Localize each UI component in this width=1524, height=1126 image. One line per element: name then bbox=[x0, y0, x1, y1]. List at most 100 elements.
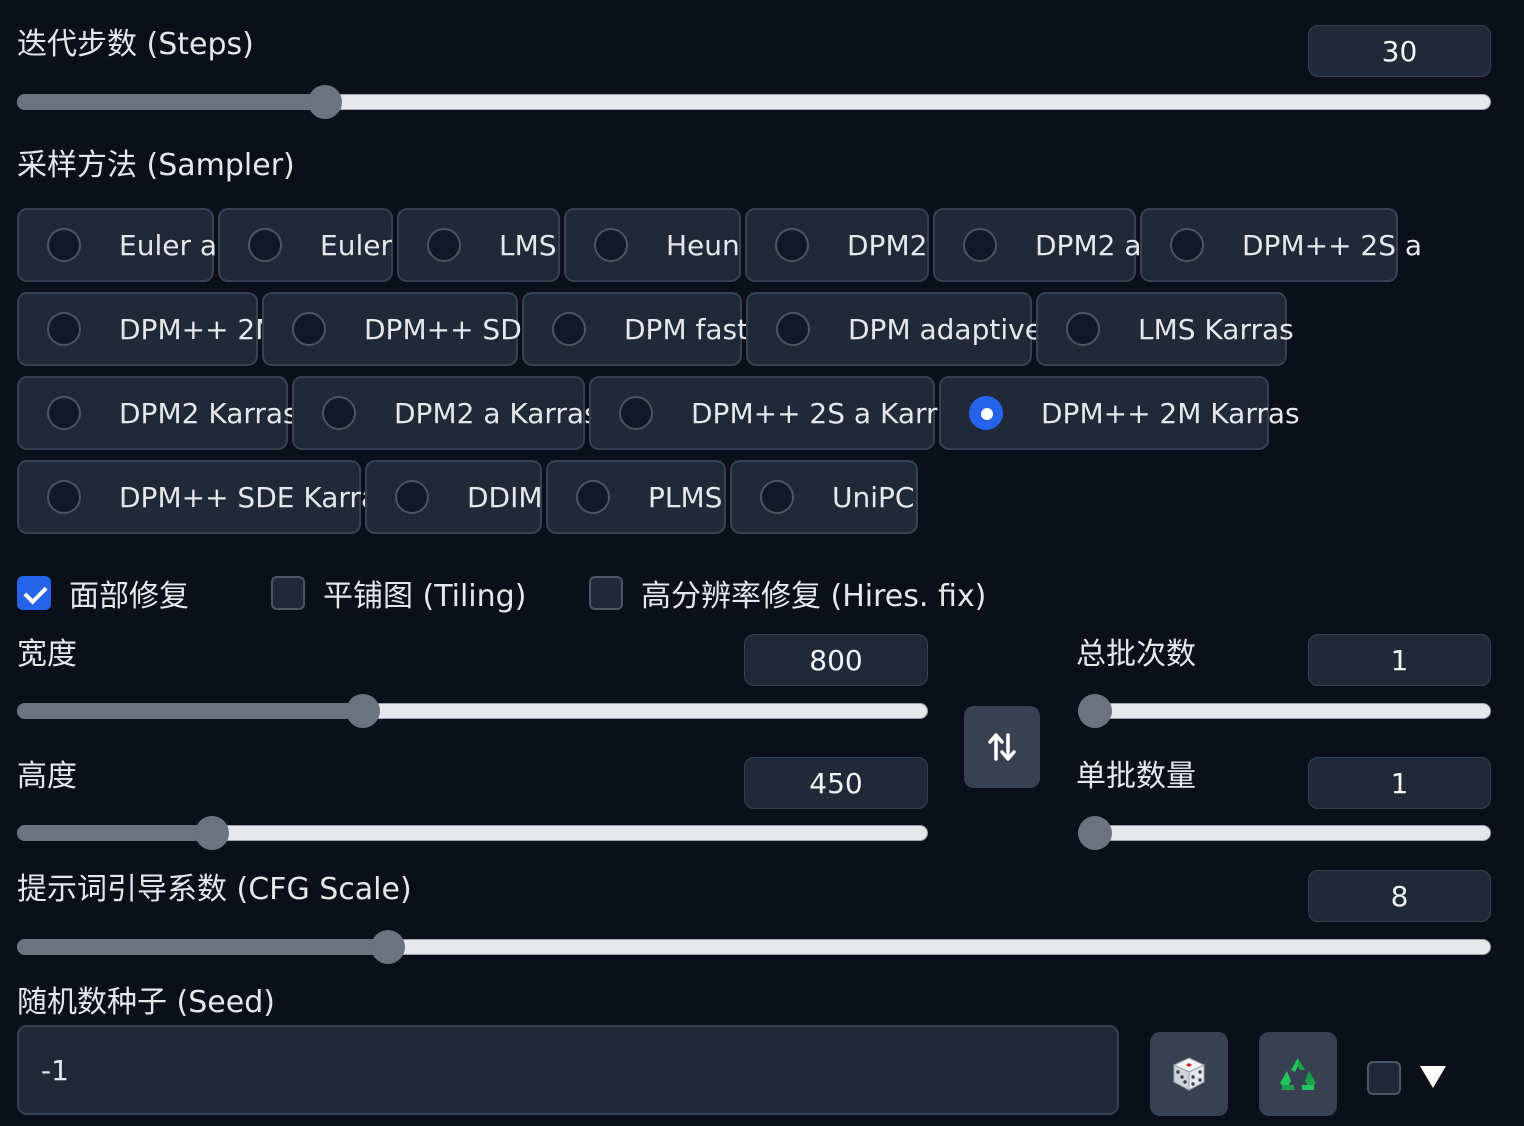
cfg-scale-label: 提示词引导系数 (CFG Scale) bbox=[17, 872, 412, 907]
sampler-option[interactable]: LMS bbox=[397, 208, 560, 282]
slider-thumb[interactable] bbox=[1078, 694, 1112, 728]
face-restore-label: 面部修复 bbox=[69, 579, 189, 614]
sampler-option-label: LMS Karras bbox=[1138, 312, 1294, 346]
radio-dot bbox=[1066, 312, 1100, 346]
sampler-option[interactable]: DPM++ 2S a Karras bbox=[589, 376, 969, 450]
sampler-option[interactable]: DPM fast bbox=[522, 292, 748, 366]
sampler-option-label: DPM adaptive bbox=[848, 312, 1042, 346]
checkbox-box[interactable] bbox=[17, 576, 51, 610]
batch-size-label: 单批数量 bbox=[1076, 759, 1196, 794]
slider-thumb[interactable] bbox=[345, 694, 380, 728]
swap-vertical-icon bbox=[988, 733, 1016, 761]
width-slider[interactable] bbox=[17, 694, 928, 728]
radio-dot bbox=[969, 396, 1003, 430]
sampler-option[interactable]: LMS Karras bbox=[1036, 292, 1294, 366]
checkbox-box[interactable] bbox=[589, 576, 623, 610]
sampler-option[interactable]: DPM2 a bbox=[933, 208, 1141, 282]
sampler-option[interactable]: PLMS bbox=[546, 460, 726, 534]
sampler-option-label: DDIM bbox=[467, 480, 543, 514]
slider-fill bbox=[17, 939, 389, 955]
radio-dot bbox=[47, 396, 81, 430]
cfg-scale-number-input[interactable]: 8 bbox=[1308, 870, 1491, 922]
radio-dot bbox=[395, 480, 429, 514]
sampler-option[interactable]: UniPC bbox=[730, 460, 918, 534]
steps-label: 迭代步数 (Steps) bbox=[17, 27, 254, 62]
tiling-checkbox[interactable]: 平铺图 (Tiling) bbox=[271, 571, 526, 615]
slider-track bbox=[1078, 825, 1491, 841]
sampler-option-label: Heun bbox=[666, 228, 740, 262]
sampler-option[interactable]: Euler bbox=[218, 208, 393, 282]
sampler-option[interactable]: Euler a bbox=[17, 208, 218, 282]
batch-size-slider[interactable] bbox=[1078, 816, 1491, 850]
slider-thumb[interactable] bbox=[307, 85, 342, 119]
sampler-option[interactable]: DDIM bbox=[365, 460, 543, 534]
generation-settings-panel: 迭代步数 (Steps) 30 采样方法 (Sampler) Euler a E… bbox=[0, 0, 1524, 1126]
radio-dot bbox=[619, 396, 653, 430]
sampler-option[interactable]: DPM2 bbox=[745, 208, 929, 282]
batch-count-slider[interactable] bbox=[1078, 694, 1491, 728]
radio-dot bbox=[776, 312, 810, 346]
width-number-input[interactable]: 800 bbox=[744, 634, 928, 686]
tiling-label: 平铺图 (Tiling) bbox=[323, 579, 527, 614]
radio-dot bbox=[552, 312, 586, 346]
swap-dimensions-button[interactable] bbox=[964, 706, 1040, 788]
sampler-option[interactable]: DPM++ 2M Karras bbox=[939, 376, 1300, 450]
sampler-option-label: DPM2 a bbox=[1035, 228, 1142, 262]
batch-size-number-input[interactable]: 1 bbox=[1308, 757, 1491, 809]
sampler-option[interactable]: DPM++ 2S a bbox=[1140, 208, 1422, 282]
steps-number-input[interactable]: 30 bbox=[1308, 25, 1491, 77]
sampler-option-label: LMS bbox=[499, 228, 557, 262]
steps-slider[interactable] bbox=[17, 85, 1491, 119]
radio-dot bbox=[963, 228, 997, 262]
sampler-option[interactable]: DPM++ SDE Karras bbox=[17, 460, 393, 534]
hires-fix-checkbox[interactable]: 高分辨率修复 (Hires. fix) bbox=[589, 571, 986, 615]
slider-thumb[interactable] bbox=[195, 816, 230, 850]
sampler-label: 采样方法 (Sampler) bbox=[17, 148, 295, 183]
reuse-seed-button[interactable] bbox=[1259, 1032, 1337, 1116]
dice-icon bbox=[1172, 1057, 1206, 1091]
slider-track bbox=[1078, 703, 1491, 719]
extra-seed-checkbox[interactable] bbox=[1367, 1061, 1401, 1095]
radio-dot bbox=[248, 228, 282, 262]
face-restore-checkbox[interactable]: 面部修复 bbox=[17, 571, 189, 615]
sampler-option[interactable]: DPM++ 2M bbox=[17, 292, 279, 366]
radio-dot bbox=[576, 480, 610, 514]
sampler-option-label: PLMS bbox=[648, 480, 723, 514]
seed-label: 随机数种子 (Seed) bbox=[17, 985, 275, 1020]
radio-dot bbox=[292, 312, 326, 346]
recycle-icon bbox=[1280, 1058, 1316, 1090]
radio-dot bbox=[775, 228, 809, 262]
sampler-option[interactable]: DPM2 Karras bbox=[17, 376, 298, 450]
random-seed-button[interactable] bbox=[1150, 1032, 1228, 1116]
height-number-input[interactable]: 450 bbox=[744, 757, 928, 809]
sampler-option-label: DPM++ 2S a Karras bbox=[691, 396, 970, 430]
cfg-scale-slider[interactable] bbox=[17, 930, 1491, 964]
hires-fix-label: 高分辨率修复 (Hires. fix) bbox=[641, 579, 987, 614]
sampler-option-label: Euler a bbox=[119, 228, 218, 262]
batch-count-number-input[interactable]: 1 bbox=[1308, 634, 1491, 686]
sampler-option[interactable]: DPM++ SDE bbox=[262, 292, 539, 366]
sampler-option-label: DPM++ SDE bbox=[364, 312, 540, 346]
sampler-option[interactable]: DPM adaptive bbox=[746, 292, 1042, 366]
batch-count-label: 总批次数 bbox=[1076, 637, 1196, 672]
checkbox-box[interactable] bbox=[271, 576, 305, 610]
radio-dot bbox=[427, 228, 461, 262]
sampler-option-label: UniPC bbox=[832, 480, 915, 514]
width-label: 宽度 bbox=[17, 637, 77, 672]
slider-thumb[interactable] bbox=[371, 930, 406, 964]
seed-input[interactable]: -1 bbox=[17, 1025, 1119, 1115]
slider-thumb[interactable] bbox=[1078, 816, 1112, 850]
radio-dot bbox=[47, 312, 81, 346]
triangle-down-icon[interactable] bbox=[1420, 1066, 1446, 1088]
sampler-option-label: DPM2 a Karras bbox=[394, 396, 599, 430]
radio-dot bbox=[47, 480, 81, 514]
sampler-option[interactable]: Heun bbox=[564, 208, 741, 282]
sampler-option-label: DPM fast bbox=[624, 312, 749, 346]
sampler-option-label: DPM++ 2M bbox=[119, 312, 280, 346]
radio-dot bbox=[322, 396, 356, 430]
radio-dot bbox=[1170, 228, 1204, 262]
sampler-option-label: DPM2 bbox=[847, 228, 928, 262]
radio-dot bbox=[594, 228, 628, 262]
height-slider[interactable] bbox=[17, 816, 928, 850]
sampler-option[interactable]: DPM2 a Karras bbox=[292, 376, 599, 450]
